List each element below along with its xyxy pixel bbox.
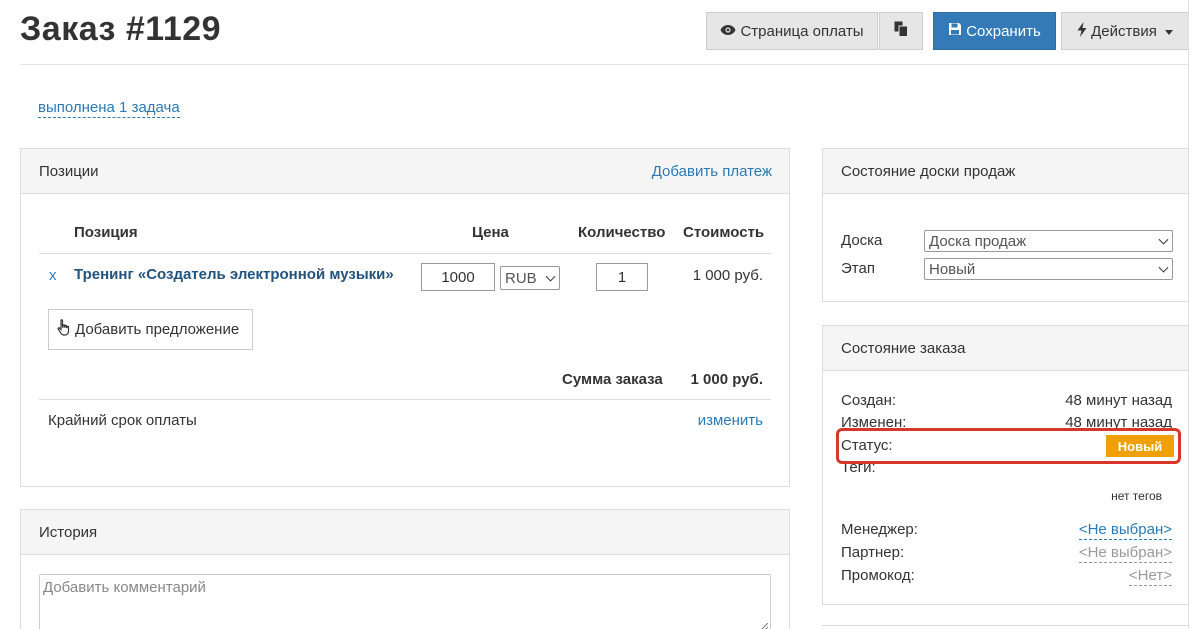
created-value: 48 минут назад xyxy=(1065,392,1172,409)
partner-link[interactable]: <Не выбран> xyxy=(1078,544,1172,563)
actions-button[interactable]: Действия xyxy=(1061,12,1189,50)
eye-icon xyxy=(720,23,736,40)
lightning-icon xyxy=(1077,21,1087,41)
comment-textarea[interactable]: Добавить комментарий xyxy=(39,574,771,629)
sales-board-panel-header: Состояние доски продаж xyxy=(823,149,1188,194)
comment-placeholder: Добавить комментарий xyxy=(43,579,206,596)
sales-board-panel: Состояние доски продаж Доска Доска прода… xyxy=(822,148,1189,302)
promo-label: Промокод: xyxy=(841,567,915,584)
chevron-down-icon xyxy=(1158,234,1169,245)
no-tags-text: нет тегов xyxy=(1111,489,1162,503)
chevron-down-icon xyxy=(1158,262,1169,273)
sum-divider xyxy=(39,399,771,400)
save-button[interactable]: Сохранить xyxy=(933,12,1056,50)
manager-label: Менеджер: xyxy=(841,521,918,538)
stage-select-value: Новый xyxy=(929,260,976,278)
board-select-value: Доска продаж xyxy=(929,232,1027,250)
change-deadline-link[interactable]: изменить xyxy=(698,412,763,429)
column-header-cost: Стоимость xyxy=(683,224,765,241)
position-cost: 1 000 руб. xyxy=(692,267,763,284)
pay-page-button[interactable]: Страница оплаты xyxy=(706,12,878,50)
order-sum-label: Сумма заказа xyxy=(562,371,663,388)
order-state-panel-header: Состояние заказа xyxy=(823,326,1188,371)
table-header-divider xyxy=(39,253,771,254)
chevron-down-icon xyxy=(1164,29,1173,35)
promo-link[interactable]: <Нет> xyxy=(1128,567,1172,586)
column-header-quantity: Количество xyxy=(578,224,666,241)
partner-label: Партнер: xyxy=(841,544,905,561)
positions-panel: Позиции Добавить платеж Позиция Цена Кол… xyxy=(20,148,790,487)
header-divider xyxy=(20,64,1188,65)
quantity-input[interactable]: 1 xyxy=(596,263,648,291)
remove-position-button[interactable]: x xyxy=(49,267,57,284)
column-header-price: Цена xyxy=(472,224,509,241)
history-panel: История Добавить комментарий xyxy=(20,509,790,629)
position-name-link[interactable]: Тренинг «Создатель электронной музыки» xyxy=(74,266,394,283)
history-panel-title: История xyxy=(39,523,98,541)
column-header-position: Позиция xyxy=(74,224,138,241)
actions-label: Действия xyxy=(1091,22,1157,40)
positions-panel-title: Позиции xyxy=(39,162,99,180)
history-panel-header: История xyxy=(21,510,789,555)
next-panel-edge xyxy=(822,625,1189,626)
created-label: Создан: xyxy=(841,392,897,409)
hand-pointer-icon xyxy=(57,319,71,340)
board-label: Доска xyxy=(841,232,883,249)
resize-handle-icon[interactable] xyxy=(760,623,768,629)
save-label: Сохранить xyxy=(966,22,1041,40)
copy-button[interactable] xyxy=(879,12,923,50)
currency-select[interactable]: RUB xyxy=(500,266,560,290)
order-state-panel: Состояние заказа Создан: 48 минут назад … xyxy=(822,325,1189,605)
floppy-disk-icon xyxy=(948,22,962,40)
price-input[interactable]: 1000 xyxy=(421,263,495,291)
board-select[interactable]: Доска продаж xyxy=(924,230,1173,252)
stage-select[interactable]: Новый xyxy=(924,258,1173,280)
chevron-down-icon xyxy=(545,271,556,282)
stage-label: Этап xyxy=(841,260,875,277)
payment-deadline-label: Крайний срок оплаты xyxy=(48,412,197,429)
add-payment-link[interactable]: Добавить платеж xyxy=(652,163,772,180)
order-sum-value: 1 000 руб. xyxy=(690,371,763,388)
copy-icon xyxy=(894,21,908,41)
currency-select-value: RUB xyxy=(505,269,537,287)
completed-tasks-link[interactable]: выполнена 1 задача xyxy=(38,99,180,118)
positions-panel-header: Позиции Добавить платеж xyxy=(21,149,789,194)
add-offer-label: Добавить предложение xyxy=(75,321,240,338)
manager-link[interactable]: <Не выбран> xyxy=(1078,521,1172,540)
page-title: Заказ #1129 xyxy=(20,10,222,48)
status-highlight-box xyxy=(836,428,1181,464)
order-state-panel-title: Состояние заказа xyxy=(841,339,966,357)
pay-page-label: Страница оплаты xyxy=(740,22,864,40)
add-offer-button[interactable]: Добавить предложение xyxy=(48,309,253,350)
sales-board-panel-title: Состояние доски продаж xyxy=(841,162,1016,180)
